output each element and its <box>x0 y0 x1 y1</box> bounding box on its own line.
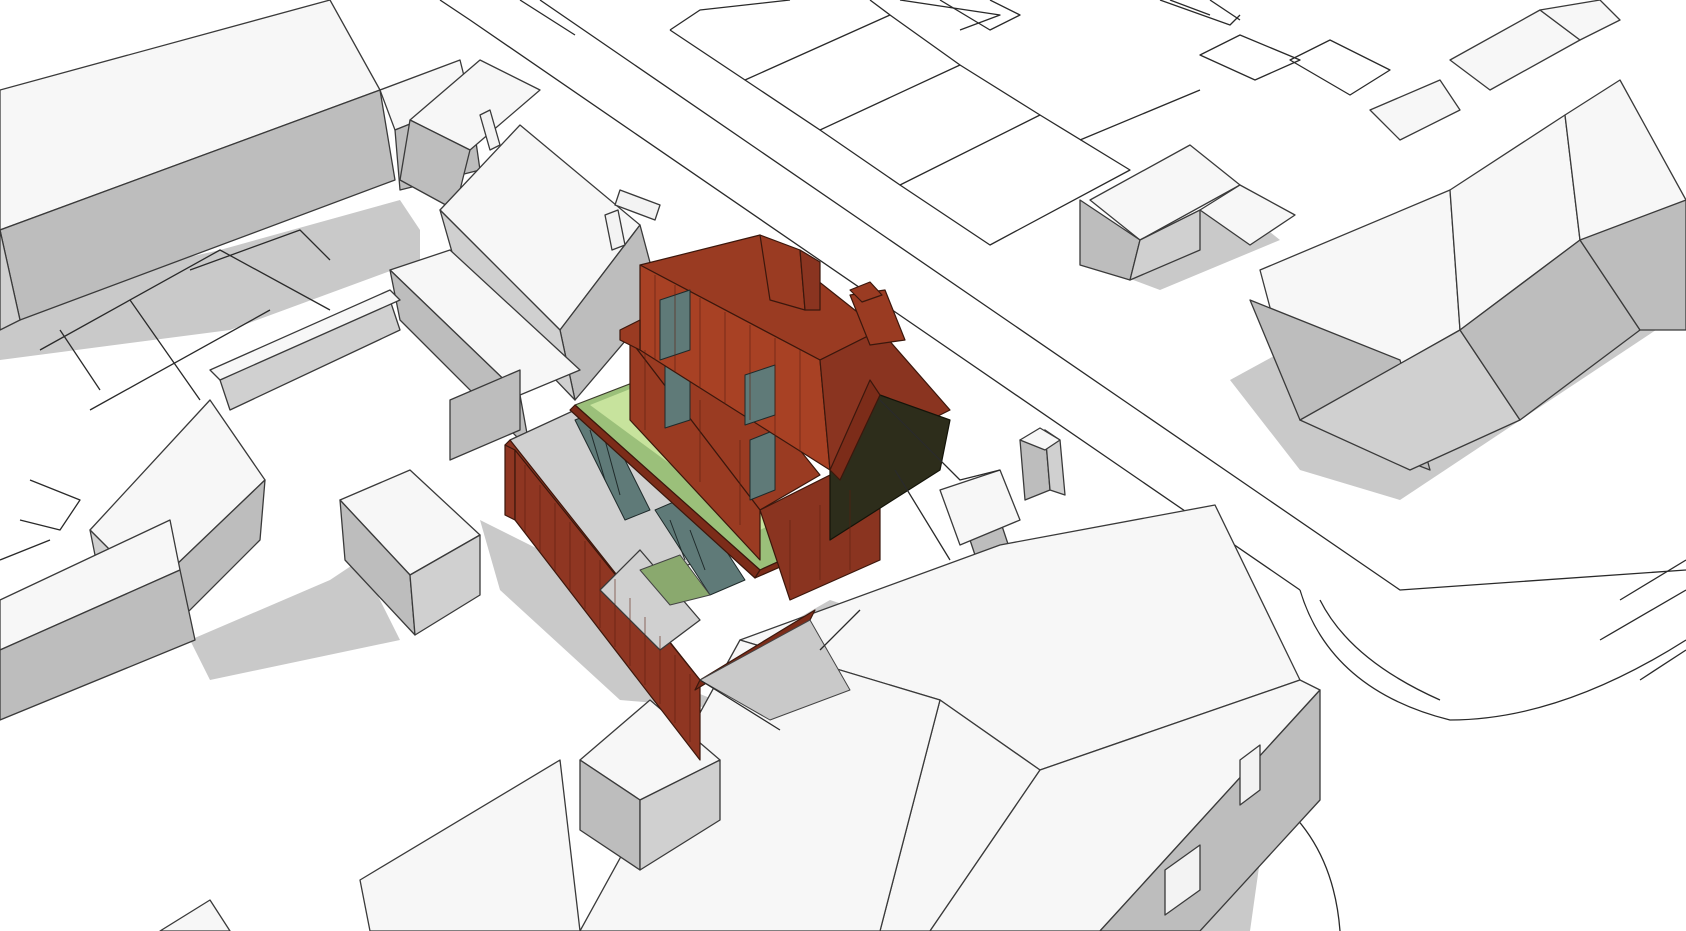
parking-bays <box>669 0 1131 246</box>
massing-model-view <box>0 0 1686 931</box>
context-chimney-stack <box>1019 427 1066 501</box>
context-house-top-right <box>1249 0 1686 471</box>
